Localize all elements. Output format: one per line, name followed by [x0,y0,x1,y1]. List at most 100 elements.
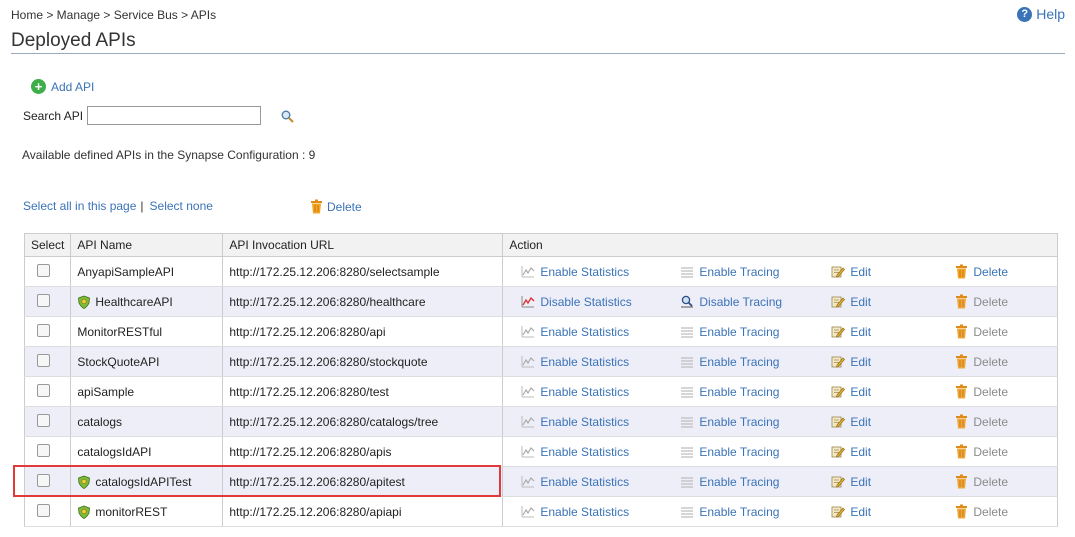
row-checkbox[interactable] [37,413,50,427]
row-checkbox[interactable] [37,473,50,487]
edit-link[interactable]: Edit [831,385,955,399]
enable-tracing-link[interactable]: Enable Tracing [680,505,831,519]
statistics-label: Enable Statistics [540,264,630,279]
trash-icon [956,324,968,339]
edit-icon [831,356,846,368]
actions-cell: Enable Statistics Enable Tracing Edit Delet… [502,436,1058,467]
edit-link[interactable]: Edit [831,475,955,489]
disable-statistics-link[interactable]: Disable Statistics [503,295,680,309]
select-separator: | [140,199,144,213]
tracing-label: Enable Tracing [699,264,780,279]
enable-statistics-link[interactable]: Enable Statistics [503,265,680,279]
help-label: Help [1036,6,1065,22]
enable-tracing-link[interactable]: Enable Tracing [680,475,831,489]
edit-link[interactable]: Edit [831,265,955,279]
statistics-icon [521,296,535,308]
enable-statistics-link[interactable]: Enable Statistics [503,475,680,489]
enable-statistics-link[interactable]: Enable Statistics [503,505,680,519]
actions-cell: Enable Statistics Enable Tracing Edit Delet… [502,466,1058,497]
statistics-label: Enable Statistics [540,414,630,429]
enable-statistics-link[interactable]: Enable Statistics [503,415,680,429]
enable-statistics-link[interactable]: Enable Statistics [503,355,680,369]
delete-link[interactable]: Delete [955,504,1035,519]
edit-link[interactable]: Edit [831,445,955,459]
api-name-cell: catalogsIdAPITest [70,466,224,497]
statistics-icon [521,266,535,278]
disable-tracing-link[interactable]: Disable Tracing [680,295,831,309]
table-row: AnyapiSampleAPI http://172.25.12.206:8280… [24,256,1058,287]
api-url-cell: http://172.25.12.206:8280/test [222,376,504,407]
edit-link[interactable]: Edit [831,505,955,519]
select-none-link[interactable]: Select none [150,199,213,213]
search-input[interactable] [87,106,262,125]
enable-statistics-link[interactable]: Enable Statistics [503,325,680,339]
row-checkbox[interactable] [37,353,50,367]
enable-tracing-link[interactable]: Enable Tracing [680,385,831,399]
enable-tracing-link[interactable]: Enable Tracing [680,445,831,459]
tracing-icon [681,295,694,308]
select-cell [24,256,72,287]
help-link[interactable]: ? Help [1017,6,1065,22]
actions-cell: Enable Statistics Enable Tracing Edit Delet… [502,376,1058,407]
tracing-icon [681,327,694,338]
api-name-cell: StockQuoteAPI [70,346,224,377]
delete-link[interactable]: Delete [955,444,1035,459]
statistics-icon [521,386,535,398]
api-name-cell: MonitorRESTful [70,316,224,347]
delete-link[interactable]: Delete [955,294,1035,309]
enable-tracing-link[interactable]: Enable Tracing [680,265,831,279]
header-select: Select [24,233,72,257]
search-icon[interactable] [281,110,294,123]
delete-link[interactable]: Delete [955,384,1035,399]
select-cell [24,376,72,407]
row-checkbox[interactable] [37,503,50,517]
trash-icon [956,294,968,309]
statistics-icon [521,416,535,428]
delete-label: Delete [973,474,1009,489]
api-url-cell: http://172.25.12.206:8280/catalogs/tree [222,406,504,437]
delete-label: Delete [973,504,1009,519]
actions-cell: Enable Statistics Enable Tracing Edit Delet… [502,496,1058,527]
search-row: Search API [23,106,262,125]
delete-link[interactable]: Delete [955,264,1035,279]
enable-tracing-link[interactable]: Enable Tracing [680,415,831,429]
enable-statistics-link[interactable]: Enable Statistics [503,445,680,459]
select-cell [24,466,72,497]
api-name-cell: monitorREST [70,496,224,527]
edit-link[interactable]: Edit [831,415,955,429]
delete-link[interactable]: Delete [955,414,1035,429]
delete-selected-label: Delete [327,199,362,214]
edit-link[interactable]: Edit [831,325,955,339]
delete-link[interactable]: Delete [955,354,1035,369]
breadcrumb[interactable]: Home > Manage > Service Bus > APIs [11,8,216,22]
enable-tracing-link[interactable]: Enable Tracing [680,325,831,339]
delete-selected-button[interactable]: Delete [310,199,362,214]
select-all-link[interactable]: Select all in this page [23,199,136,213]
row-checkbox[interactable] [37,293,50,307]
api-status-icon [78,295,91,309]
select-cell [24,316,72,347]
row-checkbox[interactable] [37,323,50,337]
actions-cell: Enable Statistics Enable Tracing Edit Delet… [502,316,1058,347]
delete-link[interactable]: Delete [955,474,1035,489]
add-api-button[interactable]: + Add API [31,79,94,94]
available-apis-count: Available defined APIs in the Synapse Co… [22,148,316,162]
api-url-cell: http://172.25.12.206:8280/apiapi [222,496,504,527]
row-checkbox[interactable] [37,263,50,277]
enable-statistics-link[interactable]: Enable Statistics [503,385,680,399]
api-name: AnyapiSampleAPI [77,264,175,279]
row-checkbox[interactable] [37,383,50,397]
edit-link[interactable]: Edit [831,355,955,369]
edit-link[interactable]: Edit [831,295,955,309]
edit-icon [831,266,846,278]
edit-label: Edit [850,504,872,519]
title-divider [11,53,1065,54]
row-checkbox[interactable] [37,443,50,457]
table-row: HealthcareAPI http://172.25.12.206:8280/h… [24,286,1058,317]
delete-link[interactable]: Delete [955,324,1035,339]
enable-tracing-link[interactable]: Enable Tracing [680,355,831,369]
actions-cell: Disable Statistics Disable Tracing Edit Del… [502,286,1058,317]
tracing-label: Enable Tracing [699,384,780,399]
tracing-label: Disable Tracing [699,294,783,309]
api-name: catalogsIdAPI [77,444,152,459]
